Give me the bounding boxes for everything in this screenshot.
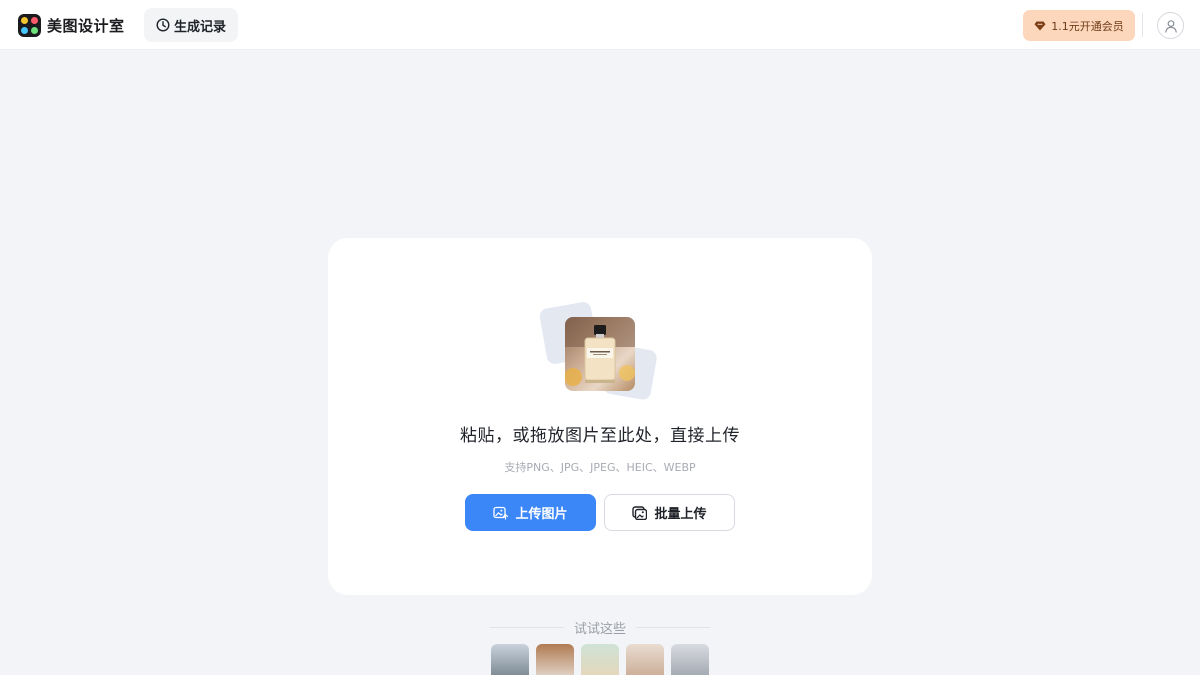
batch-upload-label: 批量上传	[654, 507, 707, 522]
history-label: 生成记录	[173, 19, 226, 35]
sample-bag-thumbnail[interactable]	[536, 644, 574, 675]
brand-logo[interactable]: 美图设计室	[18, 13, 125, 37]
samples-heading-text: 试试这些	[574, 621, 627, 637]
logo-icon	[18, 13, 41, 37]
samples-heading: 试试这些	[490, 619, 711, 637]
sample-bottle-thumbnail[interactable]	[491, 644, 529, 675]
upload-illustration	[538, 300, 662, 402]
upload-title: 粘贴，或拖放图片至此处，直接上传	[460, 426, 740, 446]
user-avatar[interactable]	[1157, 12, 1184, 39]
top-bar: 美图设计室 生成记录 1.1元开通会员	[0, 0, 1200, 50]
sample-sneaker-thumbnail[interactable]	[671, 644, 709, 675]
brand-name: 美图设计室	[47, 16, 125, 35]
history-button[interactable]: 生成记录	[144, 8, 238, 42]
upload-image-label: 上传图片	[515, 507, 568, 522]
header-divider	[1142, 13, 1143, 37]
image-upload-icon	[493, 506, 509, 520]
user-icon	[1164, 19, 1177, 33]
sample-candle-thumbnail[interactable]	[581, 644, 619, 675]
perfume-bottle-icon	[565, 317, 635, 386]
heading-rule	[636, 626, 711, 628]
sample-thumbnails	[491, 644, 709, 675]
perfume-image	[565, 317, 635, 391]
vip-button[interactable]: 1.1元开通会员	[1023, 10, 1135, 41]
supported-formats: 支持PNG、JPG、JPEG、HEIC、WEBP	[504, 461, 696, 474]
batch-images-icon	[632, 505, 648, 520]
sample-chair-thumbnail[interactable]	[626, 644, 664, 675]
vip-label: 1.1元开通会员	[1051, 19, 1124, 33]
upload-image-button[interactable]: 上传图片	[465, 494, 596, 531]
clock-icon	[156, 18, 170, 32]
diamond-icon	[1034, 21, 1046, 30]
upload-dropzone[interactable]: 粘贴，或拖放图片至此处，直接上传 支持PNG、JPG、JPEG、HEIC、WEB…	[328, 238, 872, 595]
heading-rule	[490, 626, 564, 628]
batch-upload-button[interactable]: 批量上传	[604, 494, 735, 531]
